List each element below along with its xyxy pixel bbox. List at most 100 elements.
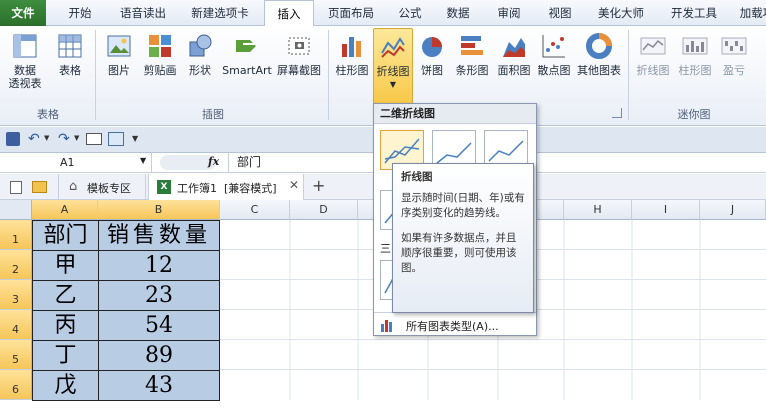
- smartart-label: SmartArt: [222, 64, 272, 77]
- table-cell[interactable]: 54: [98, 310, 220, 341]
- redo-dropdown-icon[interactable]: ▼: [74, 134, 79, 142]
- table-cell[interactable]: 乙: [32, 280, 99, 311]
- tab-voice[interactable]: 语音读出: [110, 0, 176, 26]
- area-chart-icon: [500, 32, 528, 60]
- tab-review[interactable]: 审阅: [484, 0, 534, 26]
- column-header[interactable]: C: [220, 200, 290, 220]
- sparkline-column-button[interactable]: 柱形图: [674, 32, 716, 77]
- column-header[interactable]: J: [700, 200, 766, 220]
- column-header[interactable]: A: [32, 200, 98, 220]
- column-header[interactable]: I: [632, 200, 700, 220]
- sparkline-line-button[interactable]: 折线图: [632, 32, 674, 77]
- fx-icon[interactable]: fx: [208, 155, 219, 168]
- table-header-cell[interactable]: 部门: [32, 220, 99, 251]
- group-separator: [95, 30, 96, 120]
- area-chart-button[interactable]: 面积图: [494, 32, 534, 77]
- tab-template[interactable]: ⌂ 模板专区: [58, 174, 146, 200]
- table-cell[interactable]: 23: [98, 280, 220, 311]
- shapes-button[interactable]: 形状: [182, 32, 218, 77]
- group-separator: [328, 30, 329, 120]
- name-box[interactable]: A1: [0, 153, 152, 172]
- bar-chart-button[interactable]: 条形图: [452, 32, 492, 77]
- clipart-button[interactable]: 剪贴画: [138, 32, 182, 77]
- line-chart-icon: [379, 33, 407, 61]
- smartart-button[interactable]: SmartArt: [220, 32, 274, 77]
- table-cell[interactable]: 丁: [32, 340, 99, 371]
- all-chart-types-label: 所有图表类型(A)...: [406, 320, 499, 333]
- select-all-corner[interactable]: [0, 200, 32, 220]
- form-icon[interactable]: [86, 133, 102, 145]
- customize-dropdown-icon[interactable]: ▼: [132, 134, 138, 143]
- tooltip-desc-2: 如果有许多数据点，并且顺序很重要，则可使用该图。: [401, 232, 517, 274]
- grid-icon[interactable]: [108, 132, 124, 146]
- dialog-launcher-icon[interactable]: [612, 108, 622, 118]
- redo-icon[interactable]: ↷: [58, 131, 70, 147]
- folder-icon[interactable]: [32, 181, 47, 193]
- other-charts-label: 其他图表: [577, 64, 621, 77]
- name-box-dropdown-icon[interactable]: ▼: [140, 156, 146, 165]
- tab-view[interactable]: 视图: [538, 0, 582, 26]
- undo-dropdown-icon[interactable]: ▼: [44, 134, 49, 142]
- tab-workbook-label: 工作簿1 [兼容模式]: [177, 182, 277, 195]
- tab-addins[interactable]: 加载项: [732, 0, 766, 26]
- tab-workbook[interactable]: X 工作簿1 [兼容模式] ✕: [148, 174, 304, 200]
- scatter-chart-button[interactable]: 散点图: [534, 32, 574, 77]
- table-button[interactable]: 表格: [50, 32, 90, 77]
- tab-formulas[interactable]: 公式: [388, 0, 432, 26]
- sparkline-line-label: 折线图: [636, 64, 670, 77]
- table-header-cell[interactable]: 销售数量: [98, 220, 220, 251]
- row-header[interactable]: 4: [0, 310, 32, 340]
- table-cell[interactable]: 43: [98, 370, 220, 401]
- table-label: 表格: [59, 64, 81, 77]
- line-chart-tooltip: 折线图 显示随时间(日期、年)或有序类别变化的趋势线。 如果有许多数据点，并且顺…: [392, 163, 534, 313]
- line-chart-label: 折线图: [376, 65, 410, 78]
- group-tables-label: 表格: [37, 108, 59, 121]
- table-cell[interactable]: 89: [98, 340, 220, 371]
- tab-page-layout[interactable]: 页面布局: [318, 0, 384, 26]
- row-header[interactable]: 1: [0, 220, 32, 250]
- line-chart-button[interactable]: 折线图 ▼: [373, 28, 413, 104]
- tab-developer[interactable]: 开发工具: [660, 0, 728, 26]
- tab-beautify[interactable]: 美化大师: [586, 0, 656, 26]
- all-chart-types-item[interactable]: 所有图表类型(A)...: [374, 312, 536, 336]
- other-charts-button[interactable]: 其他图表: [574, 32, 624, 77]
- tab-data[interactable]: 数据: [436, 0, 480, 26]
- save-icon[interactable]: [6, 132, 20, 146]
- pivot-table-button[interactable]: 数据 透视表: [4, 32, 46, 90]
- tab-file[interactable]: 文件: [0, 0, 46, 26]
- close-icon[interactable]: ✕: [289, 178, 299, 192]
- table-cell[interactable]: 丙: [32, 310, 99, 341]
- column-header[interactable]: H: [564, 200, 632, 220]
- new-doc-icon[interactable]: [10, 181, 22, 194]
- column-chart-button[interactable]: 柱形图: [332, 32, 372, 77]
- row-header[interactable]: 2: [0, 250, 32, 280]
- table-cell[interactable]: 甲: [32, 250, 99, 281]
- sparkline-line-icon: [639, 32, 667, 60]
- row-header[interactable]: 3: [0, 280, 32, 310]
- screenshot-button[interactable]: 屏幕截图: [274, 32, 324, 77]
- picture-button[interactable]: 图片: [100, 32, 138, 77]
- group-separator: [628, 30, 629, 120]
- tab-home[interactable]: 开始: [52, 0, 108, 26]
- row-header[interactable]: 6: [0, 370, 32, 400]
- tab-new[interactable]: 新建选项卡: [180, 0, 260, 26]
- pivot-table-icon: [11, 32, 39, 60]
- column-header[interactable]: B: [98, 200, 220, 220]
- add-tab-button[interactable]: +: [312, 176, 325, 195]
- screenshot-label: 屏幕截图: [277, 64, 321, 77]
- sparkline-winloss-button[interactable]: 盈亏: [716, 32, 752, 77]
- picture-label: 图片: [108, 64, 130, 77]
- bar-chart-icon: [458, 32, 486, 60]
- column-header[interactable]: D: [290, 200, 358, 220]
- column-chart-icon: [338, 32, 366, 60]
- pie-chart-button[interactable]: 饼图: [414, 32, 450, 77]
- table-cell[interactable]: 12: [98, 250, 220, 281]
- row-header[interactable]: 5: [0, 340, 32, 370]
- section-3d-title: 三: [380, 242, 391, 255]
- undo-icon[interactable]: ↶: [28, 131, 40, 147]
- tab-insert[interactable]: 插入: [264, 0, 314, 27]
- pie-chart-icon: [418, 32, 446, 60]
- dropdown-section-title: 二维折线图: [374, 104, 536, 124]
- table-cell[interactable]: 戊: [32, 370, 99, 401]
- picture-icon: [105, 32, 133, 60]
